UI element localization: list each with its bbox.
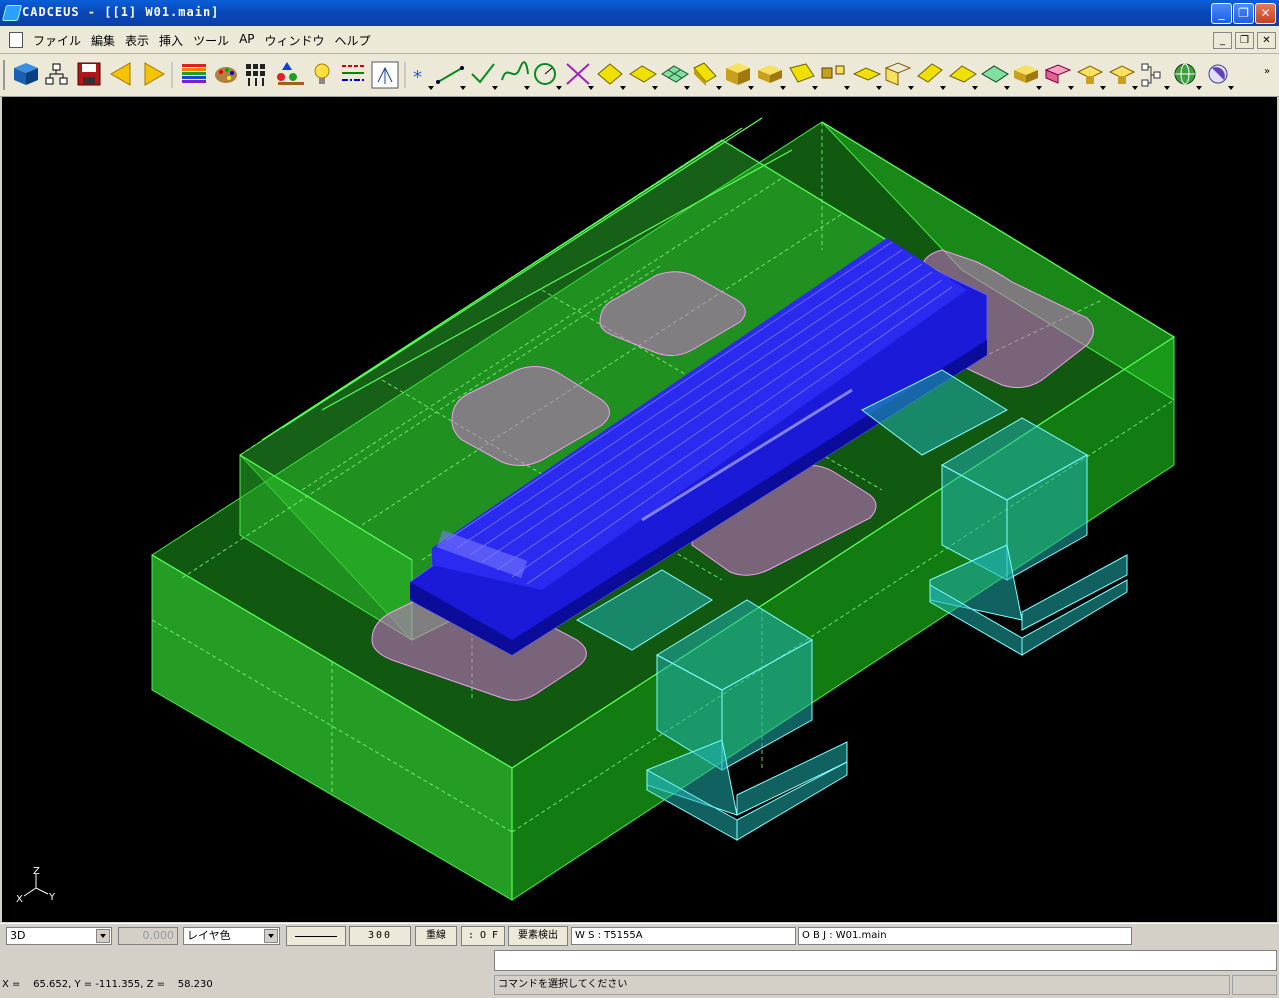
cube-view-icon[interactable] (14, 63, 38, 85)
sweep-icon[interactable] (693, 62, 717, 86)
menu-file[interactable]: ファイル (32, 32, 82, 49)
curve-icon[interactable] (501, 61, 529, 81)
workspace-field: W S : T5155A (571, 927, 796, 945)
toolbar-drop-arrows (428, 86, 1234, 90)
maximize-button[interactable]: ❐ (1233, 3, 1254, 24)
minimize-button[interactable]: _ (1211, 3, 1232, 24)
redraw-button[interactable]: 重線 (415, 926, 457, 946)
toolbar-overflow-icon[interactable]: » (1264, 66, 1270, 77)
axis-x-label: X (16, 894, 23, 905)
forward-arrow-icon[interactable] (144, 62, 165, 86)
status-grip (1232, 975, 1277, 995)
chamfer-icon[interactable] (949, 65, 977, 83)
toolbar-icons: * » (3, 60, 1270, 90)
app-icon (1, 5, 23, 21)
axis-y-label: Y (48, 892, 56, 903)
layer-stack-icon[interactable] (182, 64, 206, 83)
line-type-icon[interactable] (342, 65, 364, 81)
extrude-icon[interactable] (758, 65, 782, 83)
toolbar: * » (0, 54, 1279, 97)
check-line-icon[interactable] (471, 63, 495, 84)
menu-tools[interactable]: ツール (192, 32, 230, 49)
value-field: 0.000 (118, 927, 178, 945)
axis-z-label: Z (33, 866, 40, 877)
globe-icon[interactable] (1174, 63, 1196, 85)
wire-solid-icon[interactable] (1044, 64, 1072, 84)
line-icon[interactable] (436, 66, 464, 84)
mesh-surface-icon[interactable] (661, 65, 689, 83)
mdi-minimize-button[interactable]: _ (1213, 32, 1232, 49)
grid-settings-icon[interactable] (246, 64, 265, 86)
mdi-close-button[interactable]: ✕ (1257, 32, 1276, 49)
palette-icon[interactable] (215, 67, 237, 83)
document-icon[interactable] (9, 32, 23, 48)
menu-items: ファイル 編集 表示 挿入 ツール AP ウィンドウ ヘルプ (32, 32, 372, 49)
line-style-button[interactable] (286, 926, 346, 946)
close-button[interactable]: ✕ (1255, 3, 1276, 24)
window-title: CADCEUS - [[1] W01.main] (22, 5, 220, 19)
surface-icon[interactable] (629, 65, 657, 83)
mold-model: Z X Y (16, 117, 1175, 905)
offset-surface-icon[interactable] (852, 67, 882, 81)
object-field: O B J : W01.main (798, 927, 1132, 945)
menu-bar: ファイル 編集 表示 挿入 ツール AP ウィンドウ ヘルプ _ ❐ ✕ (0, 26, 1279, 54)
element-detect-button[interactable]: 要素検出 (508, 926, 568, 946)
snap-state-button[interactable]: : O F F (461, 926, 505, 959)
axis-triad (23, 874, 49, 897)
point-icon[interactable]: * (413, 67, 422, 88)
save-icon[interactable] (77, 62, 101, 86)
lightbulb-icon[interactable] (314, 63, 330, 84)
command-row (0, 949, 1279, 973)
mesh-solid-icon[interactable] (981, 65, 1009, 83)
intersect-icon[interactable] (566, 63, 590, 85)
box-solid-icon[interactable] (726, 63, 750, 85)
status-message: コマンドを選択してください (494, 975, 1230, 995)
layer-color-select[interactable]: レイヤ色 (183, 927, 280, 945)
circle-icon[interactable] (534, 63, 556, 85)
back-arrow-icon[interactable] (110, 62, 131, 86)
sphere-icon[interactable] (1208, 64, 1228, 84)
shapes-icon[interactable] (277, 62, 304, 85)
cursor-coordinates: X = 65.652, Y = -111.355, Z = 58.230 (2, 979, 213, 990)
menu-ap[interactable]: AP (238, 32, 255, 49)
status-bar: X = 65.652, Y = -111.355, Z = 58.230 コマン… (0, 973, 1279, 998)
menu-help[interactable]: ヘルプ (334, 32, 372, 49)
menu-view[interactable]: 表示 (124, 32, 150, 49)
network-icon[interactable] (1141, 63, 1161, 87)
block-solid-icon[interactable] (1014, 65, 1038, 83)
mdi-restore-button[interactable]: ❐ (1235, 32, 1254, 49)
command-input[interactable] (494, 950, 1277, 971)
plane-icon[interactable] (597, 63, 623, 85)
menu-window[interactable]: ウィンドウ (264, 32, 326, 49)
stack2-icon[interactable] (1108, 65, 1136, 84)
shell-icon[interactable] (884, 62, 912, 86)
chevron-down-icon[interactable] (264, 929, 278, 943)
tree-structure-icon[interactable] (45, 63, 68, 85)
stack-icon[interactable] (1076, 65, 1104, 84)
menu-edit[interactable]: 編集 (90, 32, 116, 49)
menu-insert[interactable]: 挿入 (158, 32, 184, 49)
chevron-down-icon[interactable] (96, 929, 110, 943)
title-bar: CADCEUS - [[1] W01.main] _ ❐ ✕ (0, 0, 1279, 26)
boolean-icon[interactable] (821, 65, 845, 79)
layer-color-value: レイヤ色 (187, 929, 231, 942)
status-toolbar: 3D 0.000 レイヤ色 300 重線 : O F F 要素検出 W S : … (0, 923, 1279, 959)
view-mode-select[interactable]: 3D (6, 927, 112, 945)
ruled-surface-icon[interactable] (789, 63, 815, 83)
3d-viewport[interactable]: Z X Y (2, 97, 1277, 922)
view-mode-value: 3D (10, 929, 26, 942)
fillet-icon[interactable] (917, 63, 943, 83)
snap-icon[interactable] (371, 61, 399, 89)
scale-field[interactable]: 300 (349, 926, 411, 946)
